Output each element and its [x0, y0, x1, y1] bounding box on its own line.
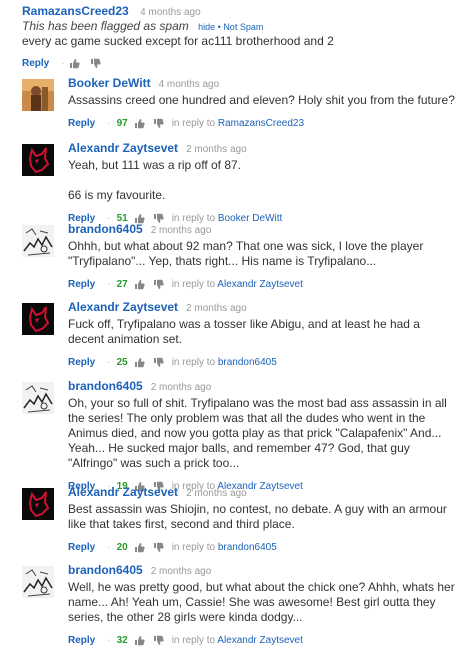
separator-dot: · [61, 57, 65, 69]
like-count: 27 [116, 278, 128, 290]
comment-actions: Reply · 25 in reply to brandon6405 [68, 355, 456, 369]
comment-author[interactable]: brandon6405 [68, 563, 143, 577]
thumbs-down-icon[interactable] [90, 58, 101, 69]
comment-author[interactable]: RamazansCreed23 [22, 4, 129, 18]
separator-dot: · [107, 541, 111, 553]
in-reply-to: in reply to Alexandr Zaytsevet [172, 279, 303, 290]
reply-button[interactable]: Reply [68, 279, 95, 290]
comment-time: 2 months ago [150, 225, 212, 236]
comment-author[interactable]: brandon6405 [68, 222, 143, 236]
avatar[interactable] [22, 144, 54, 176]
spam-flag-notice: This has been flagged as spam [22, 19, 189, 33]
avatar[interactable] [22, 79, 54, 111]
flagged-comment: RamazansCreed23 4 months ago This has be… [22, 4, 452, 70]
thumbs-down-icon[interactable] [153, 118, 164, 129]
comment-text: Fuck off, Tryfipalano was a tosser like … [68, 317, 420, 346]
thumbs-up-icon[interactable] [69, 58, 80, 69]
like-count: 25 [116, 356, 128, 368]
in-reply-to-link[interactable]: brandon6405 [218, 542, 277, 553]
thumbs-down-icon[interactable] [153, 635, 164, 646]
comment-author[interactable]: Alexandr Zaytsevet [68, 141, 178, 155]
comment-author[interactable]: brandon6405 [68, 379, 143, 393]
comment-author[interactable]: Alexandr Zaytsevet [68, 300, 178, 314]
reply-button[interactable]: Reply [22, 58, 49, 69]
comment-actions: Reply · [22, 56, 452, 70]
comment-actions: Reply · 97 in reply to RamazansCreed23 [68, 116, 456, 130]
in-reply-prefix: in reply to [171, 634, 216, 646]
thumbs-up-icon[interactable] [134, 542, 145, 553]
separator-dot: · [107, 634, 111, 646]
in-reply-prefix: in reply to [171, 117, 216, 129]
like-count: 32 [116, 634, 128, 646]
like-count: 97 [116, 117, 128, 129]
in-reply-prefix: in reply to [171, 278, 216, 290]
comment-time: 2 months ago [150, 566, 212, 577]
avatar[interactable] [22, 225, 54, 257]
avatar[interactable] [22, 566, 54, 598]
thumbs-up-icon[interactable] [134, 279, 145, 290]
in-reply-to-link[interactable]: Alexandr Zaytsevet [217, 279, 303, 290]
comment-author[interactable]: Booker DeWitt [68, 76, 151, 90]
reply-button[interactable]: Reply [68, 118, 95, 129]
separator-dot: · [107, 356, 111, 368]
thumbs-up-icon[interactable] [134, 357, 145, 368]
separator-dot: · [107, 117, 111, 129]
not-spam-link[interactable]: Not Spam [223, 22, 263, 32]
comment-time: 2 months ago [186, 303, 247, 314]
in-reply-to: in reply to RamazansCreed23 [172, 118, 304, 129]
in-reply-to: in reply to brandon6405 [172, 357, 277, 368]
in-reply-prefix: in reply to [171, 356, 216, 368]
thumbs-up-icon[interactable] [134, 635, 145, 646]
comment-text: Assassins creed one hundred and eleven? … [68, 93, 455, 107]
avatar[interactable] [22, 382, 54, 414]
reply-button[interactable]: Reply [68, 357, 95, 368]
comment-time: 2 months ago [150, 382, 212, 393]
comment-text: Well, he was pretty good, but what about… [68, 580, 455, 624]
thumbs-down-icon[interactable] [153, 279, 164, 290]
comment-text: Best assassin was Shiojin, no contest, n… [68, 502, 447, 531]
in-reply-to-link[interactable]: brandon6405 [218, 357, 277, 368]
avatar[interactable] [22, 488, 54, 520]
in-reply-to: in reply to Alexandr Zaytsevet [172, 635, 303, 646]
hide-link[interactable]: hide [198, 22, 215, 32]
comment-time: 2 months ago [186, 144, 247, 155]
in-reply-to-link[interactable]: RamazansCreed23 [218, 118, 304, 129]
comment-actions: Reply · 27 in reply to Alexandr Zaytsevet [68, 277, 456, 291]
comment-author[interactable]: Alexandr Zaytsevet [68, 485, 178, 499]
comment-text: Ohhh, but what about 92 man? That one wa… [68, 239, 424, 268]
thumbs-up-icon[interactable] [134, 118, 145, 129]
comment-text: every ac game sucked except for ac111 br… [22, 34, 334, 48]
comment-actions: Reply · 20 in reply to brandon6405 [68, 540, 456, 554]
thumbs-down-icon[interactable] [153, 542, 164, 553]
comment-text: Yeah, but 111 was a rip off of 87. 66 is… [68, 158, 242, 202]
comment-time: 2 months ago [186, 488, 247, 499]
thumbs-down-icon[interactable] [153, 357, 164, 368]
avatar[interactable] [22, 303, 54, 335]
reply-button[interactable]: Reply [68, 542, 95, 553]
in-reply-to-link[interactable]: Alexandr Zaytsevet [217, 635, 303, 646]
reply-button[interactable]: Reply [68, 635, 95, 646]
comment-text: Oh, your so full of shit. Tryfipalano wa… [68, 396, 447, 470]
comment-actions: Reply · 32 in reply to Alexandr Zaytsevet [68, 633, 456, 647]
comment-time: 4 months ago [158, 79, 220, 90]
comment-time: 4 months ago [140, 7, 201, 18]
in-reply-to: in reply to brandon6405 [172, 542, 277, 553]
in-reply-prefix: in reply to [171, 541, 216, 553]
like-count: 20 [116, 541, 128, 553]
separator-dot: · [107, 278, 111, 290]
